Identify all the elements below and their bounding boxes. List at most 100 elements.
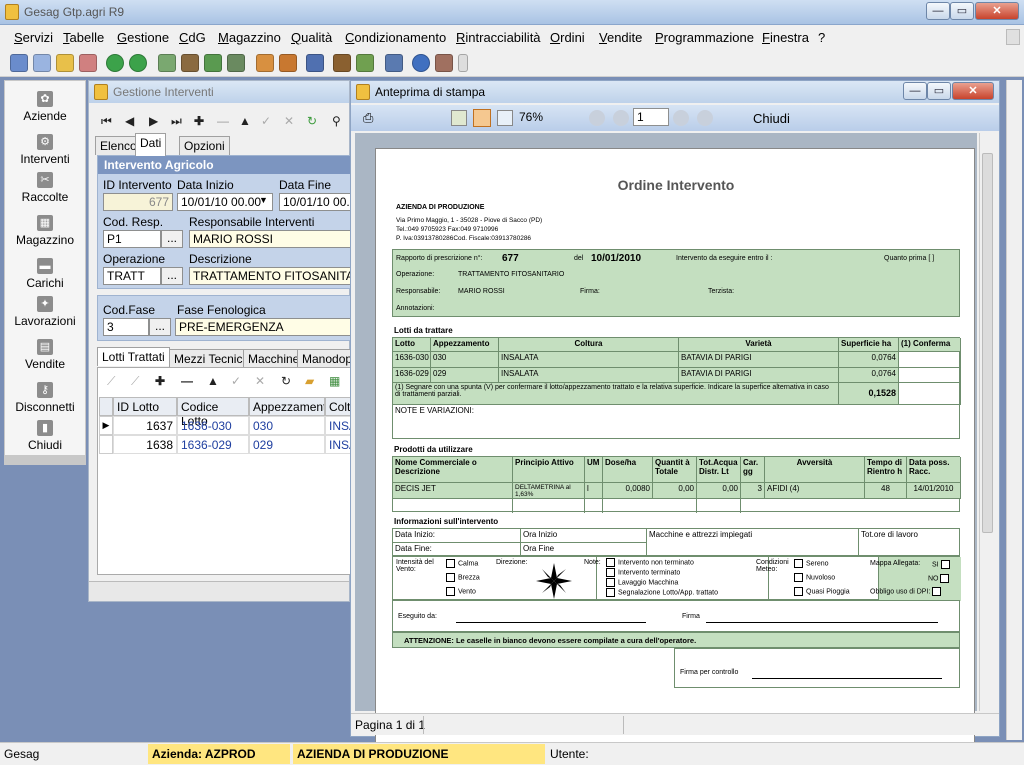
main-vertical-scrollbar[interactable] xyxy=(1006,80,1022,740)
refresh-icon[interactable]: ↻ xyxy=(307,114,317,128)
sidebar-item-disconnetti[interactable]: ⚷ Disconnetti xyxy=(5,382,85,414)
tab-dati[interactable]: Dati xyxy=(135,133,167,156)
chart-icon[interactable] xyxy=(158,54,176,72)
first-page-icon[interactable] xyxy=(589,110,605,126)
descrizione-field[interactable]: TRATTAMENTO FITOSANITARIO xyxy=(189,267,351,285)
menu-finestra[interactable]: Finestra xyxy=(762,30,809,45)
first-record-button[interactable]: ⏮ xyxy=(101,114,112,129)
table-row[interactable]: 030 xyxy=(249,416,325,435)
home-icon[interactable] xyxy=(10,54,28,72)
confirm-button[interactable]: ✓ xyxy=(261,114,271,128)
tag-icon[interactable] xyxy=(79,54,97,72)
filter-icon[interactable]: ⚲ xyxy=(332,114,341,128)
grid-export-icon[interactable]: ▦ xyxy=(329,374,340,388)
menu-scroll-arrow[interactable] xyxy=(1006,29,1020,45)
user-icon[interactable] xyxy=(435,54,453,72)
cod-fase-field[interactable]: 3 xyxy=(103,318,149,336)
next-page-icon[interactable] xyxy=(673,110,689,126)
table-row[interactable]: 1637 xyxy=(113,416,177,435)
table-row[interactable]: 029 xyxy=(249,435,325,454)
fase-field[interactable]: PRE-EMERGENZA xyxy=(175,318,351,336)
line-tool2-icon[interactable]: ⟋ xyxy=(131,374,139,389)
minimize-button[interactable]: — xyxy=(926,2,950,20)
table-row[interactable]: 1638 xyxy=(113,435,177,454)
chevron-down-icon[interactable]: ▼ xyxy=(259,195,268,205)
toolbar-overflow-icon[interactable] xyxy=(458,54,468,72)
cod-resp-field[interactable]: P1 xyxy=(103,230,161,248)
info-icon[interactable] xyxy=(412,54,430,72)
folder-icon[interactable] xyxy=(56,54,74,72)
forward-icon[interactable] xyxy=(129,54,147,72)
sidebar-item-interventi[interactable]: ⚙ Interventi xyxy=(5,134,85,166)
sidebar-item-carichi[interactable]: ▬ Carichi xyxy=(5,258,85,290)
operazione-lookup-button[interactable]: ... xyxy=(161,267,183,285)
maximize-button[interactable]: ▭ xyxy=(950,2,974,20)
operazione-field[interactable]: TRATT xyxy=(103,267,161,285)
preview-maximize-button[interactable]: ▭ xyxy=(927,82,951,100)
grid-header-coltura[interactable]: Coltu xyxy=(325,397,351,416)
calendar-icon[interactable] xyxy=(385,54,403,72)
cancel-button[interactable]: ✕ xyxy=(284,114,294,128)
scroll-thumb[interactable] xyxy=(982,153,993,533)
grid-cancel-button[interactable]: ✕ xyxy=(255,374,265,388)
row-selector[interactable] xyxy=(99,435,113,454)
menu-servizi[interactable]: Servizi xyxy=(14,30,53,45)
sidebar-item-magazzino[interactable]: ▦ Magazzino xyxy=(5,215,85,247)
printer-icon[interactable]: ⎙ xyxy=(363,110,373,126)
grid-add-button[interactable]: ✚ xyxy=(155,374,165,388)
field-icon[interactable] xyxy=(181,54,199,72)
sidebar-item-lavorazioni[interactable]: ✦ Lavorazioni xyxy=(5,296,85,328)
page-width-icon[interactable] xyxy=(473,109,491,127)
report-icon[interactable] xyxy=(256,54,274,72)
grid-remove-button[interactable]: — xyxy=(181,374,193,388)
tab-lotti-trattati[interactable]: Lotti Trattati xyxy=(97,347,170,366)
id-intervento-field[interactable]: 677 xyxy=(103,193,173,211)
cod-resp-lookup-button[interactable]: ... xyxy=(161,230,183,248)
grid-header-codice[interactable]: Codice Lotto xyxy=(177,397,249,428)
menu-vendite[interactable]: Vendite xyxy=(599,30,642,45)
sidebar-item-chiudi[interactable]: ▮ Chiudi xyxy=(5,420,85,452)
up-button[interactable]: ▲ xyxy=(239,114,251,128)
zoom-field[interactable]: 76% xyxy=(516,109,554,127)
table-row[interactable]: INSA xyxy=(325,435,351,454)
table-row[interactable]: 1636-030 xyxy=(177,416,249,435)
page-number-field[interactable]: 1 xyxy=(633,108,669,126)
network-icon[interactable] xyxy=(306,54,324,72)
data-fine-field[interactable]: 10/01/10 00.00 xyxy=(279,193,351,211)
menu-magazzino[interactable]: Magazzino xyxy=(218,30,281,45)
sidebar-item-raccolte[interactable]: ✂ Raccolte xyxy=(5,172,85,204)
menu-programmazione[interactable]: Programmazione xyxy=(655,30,754,45)
vertical-scrollbar[interactable] xyxy=(979,133,995,711)
tractor-icon[interactable] xyxy=(227,54,245,72)
chiudi-button[interactable]: Chiudi xyxy=(753,111,790,126)
menu-gestione[interactable]: Gestione xyxy=(117,30,169,45)
last-record-button[interactable]: ⏭ xyxy=(171,114,182,129)
grid-refresh-icon[interactable]: ↻ xyxy=(281,374,291,388)
tab-macchine[interactable]: Macchine xyxy=(243,349,305,368)
menu-rintracciabilita[interactable]: Rintracciabilità xyxy=(456,30,541,45)
table-row[interactable]: 1636-029 xyxy=(177,435,249,454)
sidebar-collapse-bar[interactable] xyxy=(4,455,86,465)
menu-help[interactable]: ? xyxy=(818,30,825,45)
prev-page-icon[interactable] xyxy=(613,110,629,126)
grid-confirm-button[interactable]: ✓ xyxy=(231,374,241,388)
tab-opzioni[interactable]: Opzioni xyxy=(179,136,230,155)
next-page-button[interactable]: ▶ xyxy=(149,114,158,128)
cod-fase-lookup-button[interactable]: ... xyxy=(149,318,171,336)
sidebar-item-vendite[interactable]: ▤ Vendite xyxy=(5,339,85,371)
sidebar-item-aziende[interactable]: ✿ Aziende xyxy=(5,91,85,123)
close-button[interactable]: ✕ xyxy=(975,2,1019,20)
delete-button[interactable]: — xyxy=(217,114,229,128)
table-row[interactable]: INSA xyxy=(325,416,351,435)
last-page-icon[interactable] xyxy=(697,110,713,126)
back-icon[interactable] xyxy=(106,54,124,72)
menu-tabelle[interactable]: Tabelle xyxy=(63,30,104,45)
tab-mezzi-tecnici[interactable]: Mezzi Tecnici xyxy=(169,349,251,368)
report2-icon[interactable] xyxy=(279,54,297,72)
menu-cdg[interactable]: CdG xyxy=(179,30,206,45)
line-tool-icon[interactable]: ⟋ xyxy=(107,374,115,389)
truck-icon[interactable] xyxy=(356,54,374,72)
menu-qualita[interactable]: Qualità xyxy=(291,30,332,45)
grid-header-appezzamento[interactable]: Appezzamento xyxy=(249,397,325,416)
grid-header-id[interactable]: ID Lotto xyxy=(113,397,177,416)
